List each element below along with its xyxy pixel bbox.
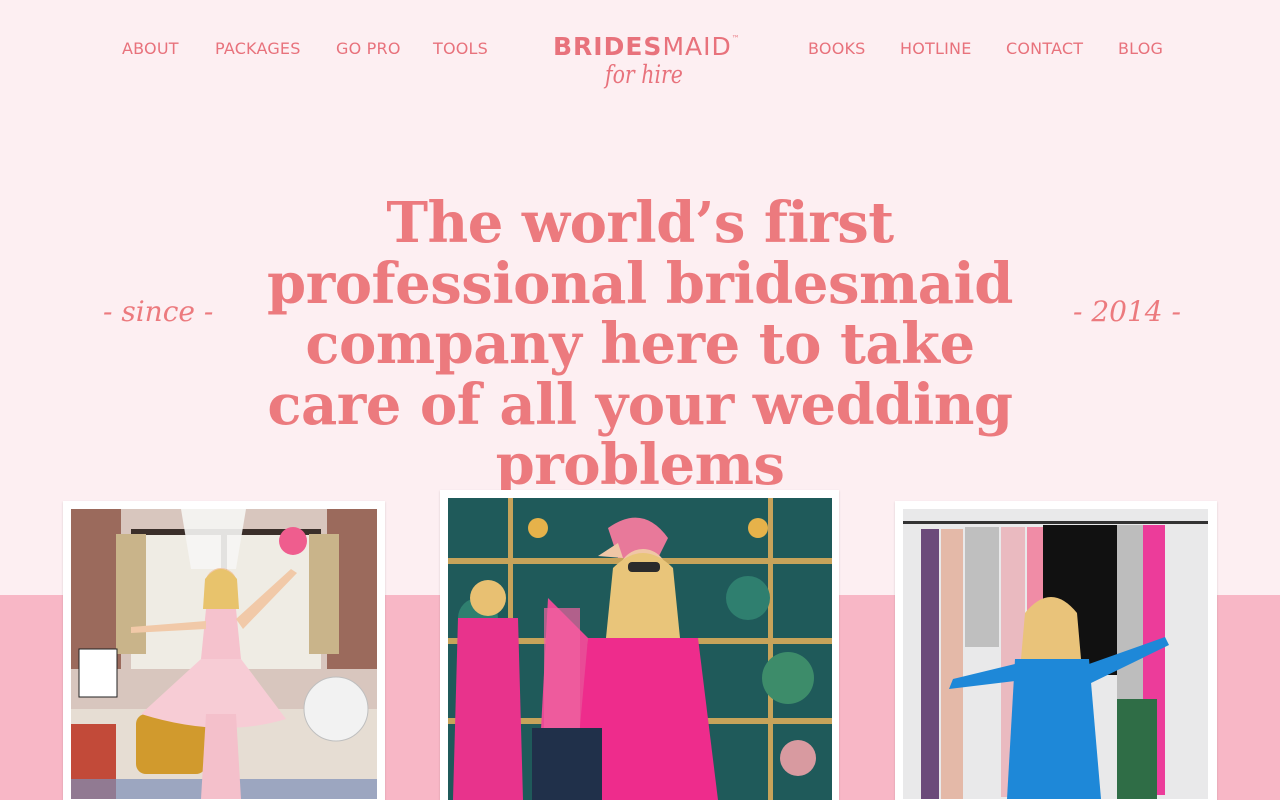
year-script-label: - 2014 - [1073, 295, 1181, 328]
logo-maid-text: MAID [662, 32, 732, 61]
nav-tools-link[interactable]: TOOLS [433, 39, 488, 58]
bridesmaid-pink-gown-photo [63, 501, 385, 800]
hero-headline: The world’s first professional bridesmai… [267, 190, 1013, 498]
nav-packages-link[interactable]: PACKAGES [215, 39, 301, 58]
logo-for-hire-script: for hire [605, 60, 683, 89]
nav-contact-link[interactable]: CONTACT [1006, 39, 1083, 58]
nav-hotline-link[interactable]: HOTLINE [900, 39, 972, 58]
logo-wordmark: BRIDESMAID™ [553, 32, 741, 61]
site-logo[interactable]: BRIDESMAID™ for hire [553, 32, 741, 100]
nav-about-link[interactable]: ABOUT [122, 39, 179, 58]
nav-go-pro-link[interactable]: GO PRO [336, 39, 401, 58]
nav-blog-link[interactable]: BLOG [1118, 39, 1163, 58]
bridesmaid-pink-suit-photo [440, 490, 839, 800]
since-script-label: - since - [103, 295, 214, 328]
logo-trademark: ™ [731, 34, 741, 43]
logo-brides-text: BRIDES [553, 32, 663, 61]
bridesmaid-wardrobe-rack-photo [895, 501, 1217, 800]
nav-books-link[interactable]: BOOKS [808, 39, 866, 58]
